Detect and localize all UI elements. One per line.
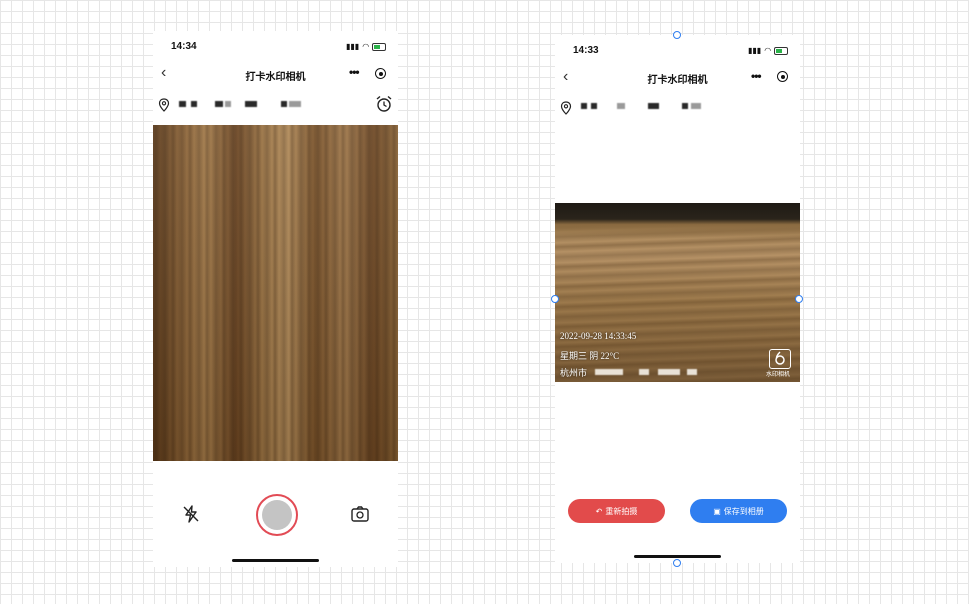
status-icons: ▮▮▮ ◠	[346, 42, 387, 51]
retake-label: 重新拍摄	[605, 506, 638, 516]
watermark-datetime: 2022-09-28 14:33:45	[560, 331, 637, 341]
more-dots-icon[interactable]: •••	[751, 69, 762, 83]
status-icons: ▮▮▮ ◠	[748, 46, 789, 55]
watermark-city: 杭州市	[560, 368, 588, 378]
watermark-weather: 星期三 阴 22°C	[560, 351, 620, 361]
battery-icon	[372, 42, 387, 51]
status-time: 14:34	[171, 41, 197, 52]
home-indicator	[232, 559, 319, 562]
alarm-clock-icon[interactable]	[375, 95, 393, 113]
shutter-inner	[262, 500, 292, 530]
captured-photo: 2022-09-28 14:33:45 星期三 阴 22°C 杭州市 水印相机	[555, 203, 800, 382]
status-time: 14:33	[573, 45, 599, 56]
location-pin-icon	[560, 101, 572, 115]
flash-off-icon[interactable]	[181, 504, 201, 524]
selection-handle-bottom[interactable]	[673, 559, 681, 567]
save-icon: ▣	[713, 506, 721, 516]
camera-screen: 14:34 ▮▮▮ ◠ ‹ 打卡水印相机 •••	[153, 31, 398, 567]
retake-icon: ↶	[595, 506, 603, 516]
target-icon[interactable]	[375, 68, 386, 79]
save-label: 保存到相册	[723, 506, 764, 516]
location-pin-icon	[158, 98, 170, 112]
signal-icon: ▮▮▮	[346, 42, 360, 51]
wifi-icon: ◠	[764, 46, 772, 55]
home-indicator	[634, 555, 721, 558]
selection-handle-left[interactable]	[551, 295, 559, 303]
watermark-logo-label: 水印相机	[766, 372, 791, 378]
watermark-logo-icon	[769, 349, 791, 369]
save-to-album-button[interactable]: ▣ 保存到相册	[690, 499, 787, 523]
signal-icon: ▮▮▮	[748, 46, 762, 55]
page-title: 打卡水印相机	[245, 72, 306, 83]
camera-viewfinder[interactable]	[153, 125, 398, 461]
more-dots-icon[interactable]: •••	[349, 65, 360, 79]
selection-handle-right[interactable]	[795, 295, 803, 303]
page-title: 打卡水印相机	[647, 75, 708, 86]
retake-button[interactable]: ↶ 重新拍摄	[568, 499, 665, 523]
target-icon[interactable]	[777, 71, 788, 82]
shutter-button[interactable]	[256, 494, 298, 536]
battery-icon	[774, 46, 789, 55]
preview-screen: 14:33 ▮▮▮ ◠ ‹ 打卡水印相机 ••• 2022-09-28 14:3…	[555, 35, 800, 563]
selection-handle-top[interactable]	[673, 31, 681, 39]
camera-switch-icon[interactable]	[350, 504, 370, 524]
wifi-icon: ◠	[362, 42, 370, 51]
